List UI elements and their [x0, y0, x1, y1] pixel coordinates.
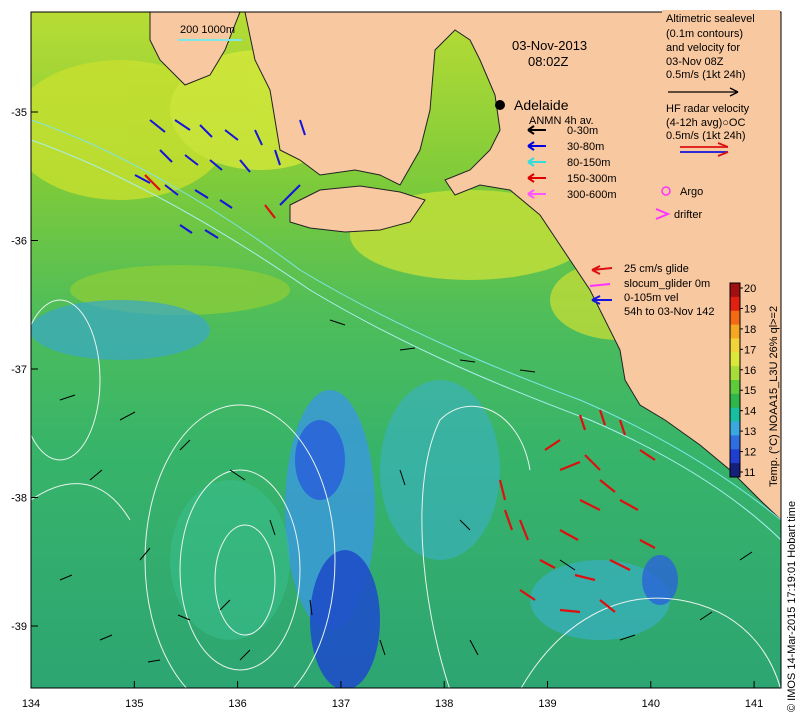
colorbar-tick-label: 18 — [744, 324, 756, 336]
longitude-tick-label: 135 — [125, 698, 143, 710]
longitude-tick-label: 134 — [22, 698, 40, 710]
map-time: 08:02Z — [528, 54, 569, 69]
colorbar-tick-label: 20 — [744, 283, 756, 295]
altimetry-legend-line: (0.1m contours) — [666, 28, 743, 40]
copyright-footer: © IMOS 14-Mar-2015 17:19:01 Hobart time — [786, 501, 798, 712]
anmn-legend-label: 80-150m — [567, 157, 610, 169]
colorbar-tick-label: 11 — [744, 467, 755, 479]
colorbar-segment — [730, 449, 740, 464]
hf-radar-legend-line: (4-12h avg)○OC — [666, 117, 745, 129]
colorbar-segment — [730, 463, 740, 478]
latitude-tick-label: -36 — [11, 236, 27, 248]
altimetry-legend-line: 03-Nov 08Z — [666, 56, 724, 68]
colorbar-segment — [730, 435, 740, 450]
colorbar-segment — [730, 393, 740, 409]
hf-radar-legend-line: HF radar velocity — [666, 103, 750, 115]
argo-label: Argo — [680, 186, 703, 198]
map-date: 03-Nov-2013 — [512, 38, 587, 53]
colorbar-segment — [730, 338, 740, 353]
colorbar-segment — [730, 310, 740, 326]
longitude-tick-label: 141 — [745, 698, 763, 710]
altimetry-legend-line: 0.5m/s (1kt 24h) — [666, 69, 745, 81]
anmn-legend-label: 300-600m — [567, 189, 617, 201]
glider-legend-line: 0-105m vel — [624, 292, 678, 304]
latitude-tick-label: -38 — [11, 493, 27, 505]
anmn-legend-label: 30-80m — [567, 141, 604, 153]
latitude-tick-label: -37 — [11, 364, 27, 376]
scale-bar-label: 200 1000m — [180, 24, 235, 36]
colorbar-tick-label: 19 — [744, 303, 756, 315]
colorbar-segment — [730, 366, 740, 381]
colorbar-label: Temp. (°C) NOAA15_L3U 26% ql>=2 — [768, 306, 780, 487]
latitude-tick-label: -35 — [11, 107, 27, 119]
longitude-tick-label: 140 — [642, 698, 660, 710]
colorbar-segment — [730, 324, 740, 339]
altimetry-legend-line: Altimetric sealevel — [666, 13, 755, 25]
sst-map: 134 135 136 137 138 139 140 141 -35 -36 -37 -38 -39… — [11, 10, 798, 712]
anmn-legend-label: 150-300m — [567, 173, 617, 185]
colorbar-segment — [730, 421, 740, 436]
glider-legend-line: slocum_glider 0m — [624, 278, 710, 290]
drifter-label: drifter — [674, 209, 702, 221]
city-label: Adelaide — [514, 97, 569, 113]
longitude-tick-label: 137 — [332, 698, 350, 710]
colorbar-tick-label: 12 — [744, 447, 756, 459]
hf-radar-legend: HF radar velocity (4-12h avg)○OC 0.5m/s … — [666, 103, 750, 142]
glider-legend-line: 54h to 03-Nov 142 — [624, 306, 715, 318]
longitude-tick-label: 139 — [538, 698, 556, 710]
glider-legend-line: 25 cm/s glide — [624, 263, 689, 275]
anmn-legend-label: 0-30m — [567, 125, 598, 137]
colorbar-tick-label: 17 — [744, 344, 756, 356]
longitude-tick-label: 138 — [435, 698, 453, 710]
colorbar-segment — [730, 380, 740, 395]
colorbar-tick-label: 16 — [744, 365, 756, 377]
longitude-tick-label: 136 — [228, 698, 246, 710]
colorbar-segment — [730, 296, 740, 312]
colorbar-segment — [730, 352, 740, 367]
latitude-tick-label: -39 — [11, 621, 27, 633]
adelaide-marker — [495, 100, 505, 110]
colorbar-tick-label: 15 — [744, 385, 756, 397]
colorbar-segment — [730, 407, 740, 423]
colorbar-segment — [730, 283, 740, 298]
hf-radar-legend-line: 0.5m/s (1kt 24h) — [666, 130, 745, 142]
altimetry-legend-line: and velocity for — [666, 42, 740, 54]
colorbar-tick-label: 14 — [744, 406, 756, 418]
colorbar-tick-label: 13 — [744, 426, 756, 438]
